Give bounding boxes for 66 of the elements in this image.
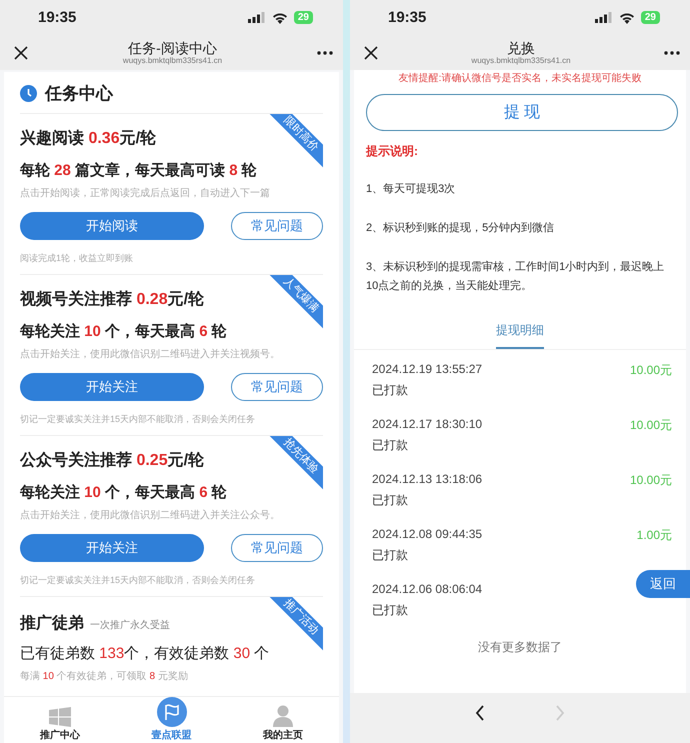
record-status: 已打款 bbox=[372, 547, 409, 564]
wifi-icon bbox=[272, 12, 288, 24]
start-button[interactable]: 开始关注 bbox=[20, 534, 204, 562]
back-button[interactable]: 返回 bbox=[636, 570, 690, 598]
start-button[interactable]: 开始关注 bbox=[20, 373, 204, 401]
record-status: 已打款 bbox=[372, 492, 409, 509]
signal-icon bbox=[594, 12, 613, 23]
record-time: 2024.12.17 18:30:10 bbox=[372, 417, 482, 431]
withdraw-button[interactable]: 提 现 bbox=[366, 94, 678, 131]
task-note: 切记一定要诚实关注并15天内部不能取消，否则会关闭任务 bbox=[20, 574, 256, 587]
windows-icon bbox=[48, 707, 71, 727]
record-time: 2024.12.08 09:44:35 bbox=[372, 527, 482, 541]
task-stats: 每轮关注 10 个，每天最高 6 轮 bbox=[20, 322, 227, 341]
task-hint: 点击开始关注，使用此微信识别二维码进入并关注公众号。 bbox=[20, 508, 280, 522]
tab-bar-item[interactable]: 壹点联盟 bbox=[116, 697, 228, 743]
task-stats: 已有徒弟数 133个，有效徒弟数 30 个 bbox=[20, 644, 270, 663]
task-title: 兴趣阅读 0.36元/轮 bbox=[20, 128, 156, 149]
record-status: 已打款 bbox=[372, 602, 409, 619]
faq-button[interactable]: 常见问题 bbox=[231, 534, 323, 562]
more-icon[interactable] bbox=[317, 50, 333, 54]
faq-button[interactable]: 常见问题 bbox=[231, 373, 323, 401]
record-amount: 10.00元 bbox=[630, 417, 672, 434]
records-tab[interactable]: 提现明细 bbox=[496, 316, 544, 349]
notice-text: 友情提醒:请确认微信号是否实名，未实名提现可能失败 bbox=[398, 72, 642, 85]
clock-icon bbox=[20, 85, 37, 102]
page-title: 任务-阅读中心 bbox=[128, 40, 217, 56]
page-url: wuqys.bmktqlbm335rs41.cn bbox=[122, 56, 222, 66]
page-title: 兑换 bbox=[507, 40, 535, 56]
tip-text: 2、标识秒到账的提现，5分钟内到微信 bbox=[366, 221, 556, 236]
page-url: wuqys.bmktqlbm335rs41.cn bbox=[471, 56, 571, 66]
task-stats: 每轮关注 10 个，每天最高 6 轮 bbox=[20, 483, 227, 502]
task-subtitle: 一次推广永久受益 bbox=[90, 618, 170, 632]
record-amount: 1.00元 bbox=[636, 527, 672, 544]
record-status: 已打款 bbox=[372, 437, 409, 454]
battery-indicator: 29 bbox=[640, 11, 660, 24]
close-icon[interactable] bbox=[364, 46, 378, 60]
record-amount: 10.00元 bbox=[630, 472, 672, 489]
end-of-list-text: 没有更多数据了 bbox=[477, 639, 563, 656]
signal-icon bbox=[248, 12, 266, 23]
task-hint: 点击开始阅读，正常阅读完成后点返回，自动进入下一篇 bbox=[20, 186, 270, 200]
status-time: 19:35 bbox=[388, 9, 426, 26]
task-note: 切记一定要诚实关注并15天内部不能取消，否则会关闭任务 bbox=[20, 413, 256, 426]
task-title: 公众号关注推荐 0.25元/轮 bbox=[20, 450, 204, 471]
person-icon bbox=[273, 705, 294, 727]
more-icon[interactable] bbox=[664, 50, 680, 54]
section-title: 任务中心 bbox=[45, 83, 113, 105]
record-time: 2024.12.19 13:55:27 bbox=[372, 362, 482, 376]
task-stats: 每轮 28 篇文章，每天最高可读 8 轮 bbox=[20, 161, 257, 180]
tab-bar-item[interactable]: 我的主页 bbox=[227, 697, 340, 743]
tip-text: 1、每天可提现3次 bbox=[366, 182, 456, 197]
wifi-icon bbox=[618, 12, 635, 24]
record-time: 2024.12.13 13:18:06 bbox=[372, 472, 482, 486]
record-time: 2024.12.06 08:06:04 bbox=[372, 582, 482, 596]
record-status: 已打款 bbox=[372, 382, 409, 399]
faq-button[interactable]: 常见问题 bbox=[231, 212, 323, 240]
tips-title: 提示说明: bbox=[366, 143, 419, 160]
task-note: 阅读完成1轮，收益立即到账 bbox=[20, 252, 134, 265]
status-time: 19:35 bbox=[38, 9, 76, 26]
close-icon[interactable] bbox=[14, 46, 28, 60]
task-hint: 每满 10 个有效徒弟，可领取 8 元奖励 bbox=[20, 670, 188, 683]
record-amount: 10.00元 bbox=[630, 362, 672, 379]
tab-bar-item[interactable]: 推广中心 bbox=[4, 697, 116, 743]
tip-text: 3、未标识秒到的提现需审核，工作时间1小时内到，最迟晚上10点之前的兑换，当天能处理完。 bbox=[366, 260, 666, 294]
battery-indicator: 29 bbox=[294, 11, 313, 24]
start-button[interactable]: 开始阅读 bbox=[20, 212, 204, 240]
task-hint: 点击开始关注，使用此微信识别二维码进入并关注视频号。 bbox=[20, 348, 280, 361]
